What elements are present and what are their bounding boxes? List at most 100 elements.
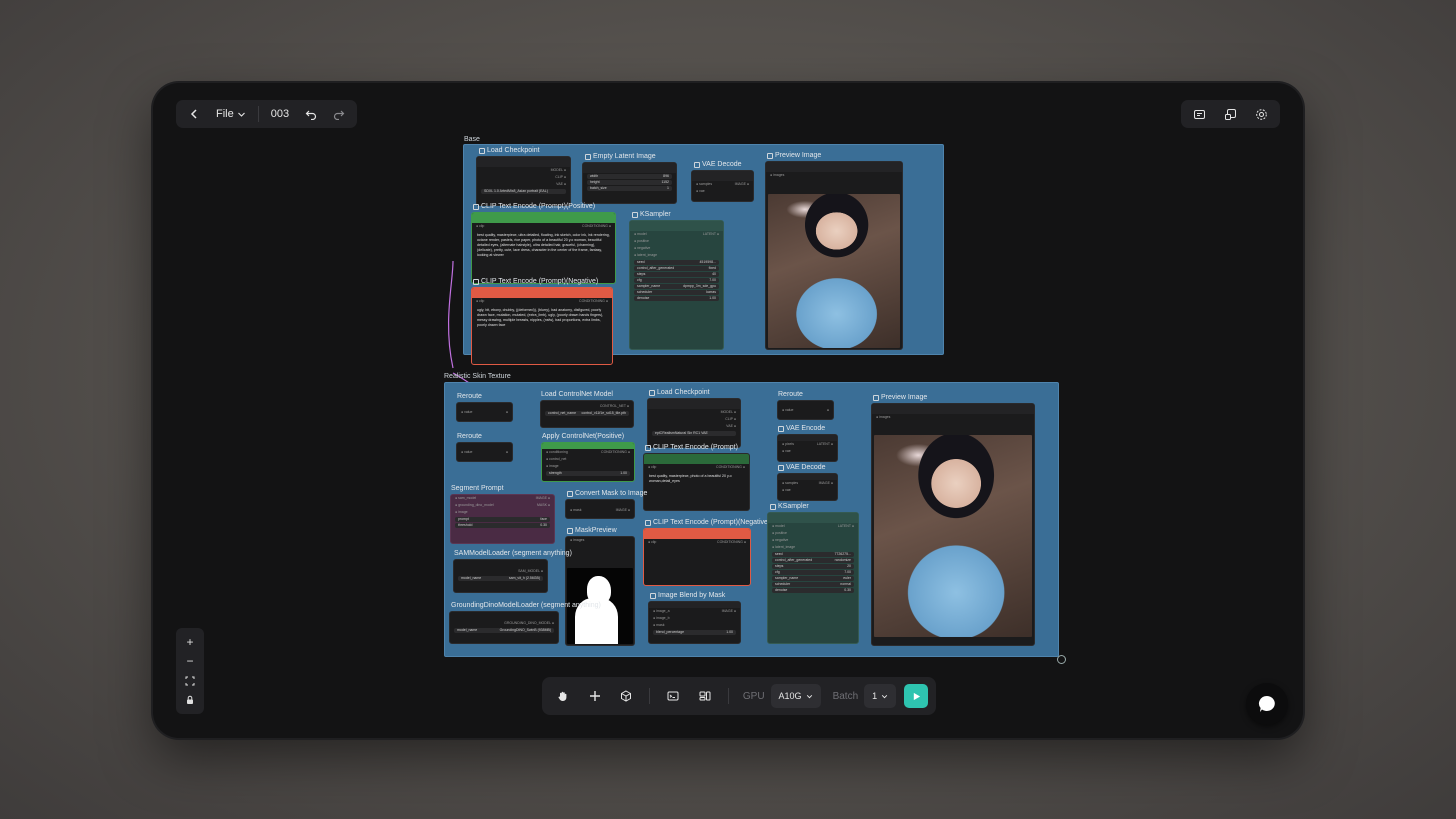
run-button[interactable] bbox=[904, 684, 928, 708]
latent-width-field[interactable]: width 896 bbox=[587, 174, 672, 179]
node-output-vae: VAE ● bbox=[726, 424, 736, 428]
node-load-checkpoint-2[interactable]: MODEL ● CLIP ● VAE ● epiCRealismNatural … bbox=[647, 398, 741, 448]
node-title-vae-decode: VAE Decode bbox=[694, 161, 742, 168]
negative-prompt-text[interactable]: ugly, bit, ebony, chubby, ((deformed)), … bbox=[472, 305, 612, 331]
node-grounding-loader[interactable]: GROUNDING_DINO_MODEL ● model_name Groundi… bbox=[449, 611, 559, 644]
preview-image-output[interactable] bbox=[768, 194, 900, 348]
ksampler-control-field[interactable]: control_after_generated fixed bbox=[634, 266, 719, 271]
node-load-controlnet[interactable]: CONTROL_NET ● control_net_name control_v1… bbox=[540, 400, 634, 428]
group-resize-handle[interactable] bbox=[1057, 655, 1066, 664]
clip-text-prompt[interactable]: best quality, masterpiece, photo of a be… bbox=[644, 471, 749, 487]
node-icon bbox=[649, 389, 655, 396]
node-vae-decode[interactable]: ● samples IMAGE ● ● vae bbox=[691, 170, 754, 202]
node-convert-mask[interactable]: ● mask IMAGE ● bbox=[565, 499, 635, 519]
zoom-in-button[interactable]: + bbox=[180, 633, 200, 651]
chevron-down-icon bbox=[806, 694, 812, 698]
gpu-value: A10G bbox=[778, 691, 802, 701]
node-icon bbox=[650, 592, 656, 599]
clip-negative-io: ● clip CONDITIONING ● bbox=[648, 540, 746, 544]
fit-view-button[interactable] bbox=[180, 672, 200, 690]
blend-percentage-field[interactable]: blend_percentage 1.00 bbox=[653, 630, 736, 635]
segment-threshold-field[interactable]: threshold 0.30 bbox=[455, 523, 550, 528]
gpu-select[interactable]: A10G bbox=[770, 684, 821, 708]
node-icon bbox=[770, 503, 776, 510]
node-clip-text[interactable]: ● clip CONDITIONING ● best quality, maste… bbox=[643, 453, 750, 511]
node-output-clip: CLIP ● bbox=[725, 417, 736, 421]
zoom-controls: + − bbox=[176, 628, 204, 714]
convert-mask-io: ● mask IMAGE ● bbox=[570, 508, 630, 512]
ksampler-input-latent: ● latent_image bbox=[772, 545, 796, 549]
zoom-out-button[interactable]: − bbox=[180, 652, 200, 670]
bottom-toolbar: GPU A10G Batch 1 bbox=[542, 677, 936, 715]
node-reroute-3[interactable]: ● value ● bbox=[777, 400, 834, 420]
node-reroute-1[interactable]: ● value ● bbox=[456, 402, 513, 422]
latent-height-field[interactable]: height 1152 bbox=[587, 180, 672, 185]
preview-input-images: ● images bbox=[770, 173, 785, 177]
lock-button[interactable] bbox=[180, 691, 200, 709]
node-icon bbox=[473, 278, 479, 285]
node-title-clip-negative: CLIP Text Encode (Prompt)(Negative) bbox=[473, 278, 598, 285]
node-header bbox=[768, 513, 858, 523]
hand-icon bbox=[558, 691, 567, 702]
segment-input-image: ● image bbox=[455, 510, 468, 514]
node-reroute-2[interactable]: ● value ● bbox=[456, 442, 513, 462]
apply-strength-field[interactable]: strength 1.00 bbox=[546, 471, 630, 476]
node-image-blend[interactable]: ● image_a IMAGE ● ● image_b ● mask blend_… bbox=[648, 601, 741, 644]
node-vae-encode[interactable]: ● pixels LATENT ● ● vae bbox=[777, 434, 838, 462]
layout-icon bbox=[699, 691, 711, 701]
models-button[interactable] bbox=[614, 684, 640, 708]
ksampler-denoise-field[interactable]: denoise 0.30 bbox=[772, 588, 854, 593]
cube-icon bbox=[621, 690, 632, 702]
node-load-checkpoint[interactable]: MODEL ● CLIP ● VAE ● SDXL 1.0 ArtedMix8_… bbox=[476, 156, 571, 206]
sam-model-field[interactable]: model_name sam_vit_h (2.56GB) bbox=[458, 576, 543, 581]
node-clip-positive[interactable]: ● clip CONDITIONING ● best quality, maste… bbox=[471, 212, 616, 284]
node-sam-loader[interactable]: SAM_MODEL ● model_name sam_vit_h (2.56GB) bbox=[453, 559, 548, 593]
node-output-clip: CLIP ● bbox=[555, 175, 566, 179]
latent-batch-field[interactable]: batch_size 1 bbox=[587, 186, 672, 191]
layout-button[interactable] bbox=[692, 684, 718, 708]
minus-icon: − bbox=[186, 654, 194, 669]
controlnet-name-field[interactable]: control_net_name control_v11f1e_sd15_tile… bbox=[545, 411, 629, 416]
checkpoint-name-field[interactable]: epiCRealismNatural Sin RC1 VAE bbox=[652, 431, 736, 436]
ksampler-sampler-field[interactable]: sampler_name euler bbox=[772, 576, 854, 581]
node-vae-decode-2[interactable]: ● samples IMAGE ● ● vae bbox=[777, 473, 838, 501]
terminal-button[interactable] bbox=[660, 684, 686, 708]
positive-prompt-text[interactable]: best quality, masterpiece, ultra detaile… bbox=[472, 230, 615, 261]
apply-input-image: ● image bbox=[546, 464, 559, 468]
vae-encode-vae: ● vae bbox=[782, 449, 791, 453]
add-node-button[interactable] bbox=[582, 684, 608, 708]
node-ksampler[interactable]: ● model LATENT ● ● positive ● negative ● … bbox=[629, 220, 724, 350]
pan-tool-button[interactable] bbox=[550, 684, 576, 708]
node-ksampler-2[interactable]: ● model LATENT ● ● positive ● negative ● … bbox=[767, 512, 859, 644]
node-clip-negative[interactable]: ● clip CONDITIONING ● ugly, bit, ebony, c… bbox=[471, 287, 613, 365]
ksampler-cfg-field[interactable]: cfg 7.00 bbox=[772, 570, 854, 575]
ksampler-control-field[interactable]: control_after_generated randomize bbox=[772, 558, 854, 563]
mask-preview-input: ● images bbox=[570, 538, 585, 542]
reroute-value: ● value ● bbox=[782, 408, 829, 412]
node-empty-latent[interactable]: width 896 height 1152 batch_size 1 bbox=[582, 162, 677, 204]
grounding-output: GROUNDING_DINO_MODEL ● bbox=[504, 621, 554, 625]
node-header bbox=[583, 163, 676, 173]
ksampler-steps-field[interactable]: steps 40 bbox=[634, 272, 719, 277]
ksampler-scheduler-field[interactable]: scheduler normal bbox=[772, 582, 854, 587]
ksampler-steps-field[interactable]: steps 20 bbox=[772, 564, 854, 569]
ksampler-seed-field[interactable]: seed 7726275... bbox=[772, 552, 854, 557]
node-segment-prompt[interactable]: ● sam_model IMAGE ● ● grounding_dino_mode… bbox=[450, 494, 555, 544]
batch-select[interactable]: 1 bbox=[864, 684, 897, 708]
preview-image-output-2[interactable] bbox=[874, 435, 1032, 637]
node-apply-controlnet[interactable]: ● conditioning CONDITIONING ● ● control_n… bbox=[541, 442, 635, 482]
segment-prompt-field[interactable]: prompt face bbox=[455, 517, 550, 522]
node-output-model: MODEL ● bbox=[550, 168, 566, 172]
ksampler-denoise-field[interactable]: denoise 1.00 bbox=[634, 296, 719, 301]
ksampler-seed-field[interactable]: seed 4519598... bbox=[634, 260, 719, 265]
checkpoint-name-field[interactable]: SDXL 1.0 ArtedMix8_Asian portrait (EAL) bbox=[481, 189, 566, 194]
sam-output: SAM_MODEL ● bbox=[518, 569, 543, 573]
grounding-model-field[interactable]: model_name GroundingDINO_SwinB (938MB) bbox=[454, 628, 554, 633]
ksampler-scheduler-field[interactable]: scheduler karras bbox=[634, 290, 719, 295]
ksampler-sampler-field[interactable]: sampler_name dpmpp_3m_sde_gpu bbox=[634, 284, 719, 289]
node-clip-negative-2[interactable]: ● clip CONDITIONING ● bbox=[643, 528, 751, 586]
chat-button[interactable] bbox=[1246, 683, 1288, 725]
node-title-clip-text: CLIP Text Encode (Prompt) bbox=[645, 444, 738, 451]
app-window: File 003 Base Load Checkpoint MODEL ● CL… bbox=[153, 83, 1303, 738]
ksampler-cfg-field[interactable]: cfg 7.00 bbox=[634, 278, 719, 283]
